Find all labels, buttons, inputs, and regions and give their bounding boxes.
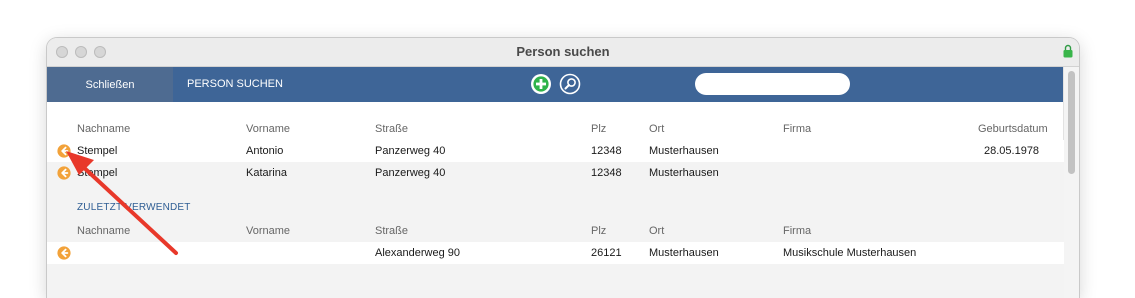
cell-nachname: Stempel xyxy=(77,167,118,179)
column-header-vorname: Vorname xyxy=(246,225,291,237)
cell-vorname: Antonio xyxy=(246,145,284,157)
arrow-left-circle-icon[interactable] xyxy=(57,166,71,180)
cell-ort: Musterhausen xyxy=(649,145,719,157)
column-header-nachname: Nachname xyxy=(77,123,131,135)
search-input[interactable] xyxy=(695,73,850,95)
cell-strasse: Alexanderweg 90 xyxy=(375,247,461,259)
cell-ort: Musterhausen xyxy=(649,167,719,179)
plus-circle-icon[interactable] xyxy=(530,73,552,95)
column-header-firma: Firma xyxy=(783,225,812,237)
column-header-strasse: Straße xyxy=(375,123,409,135)
cell-vorname: Katarina xyxy=(246,167,287,179)
column-header-vorname: Vorname xyxy=(246,123,291,135)
lock-icon xyxy=(1063,44,1073,58)
cell-plz: 26121 xyxy=(591,247,622,259)
column-header-strasse: Straße xyxy=(375,225,409,237)
column-header-plz: Plz xyxy=(591,123,607,135)
recent-section-title: ZULETZT VERWENDET xyxy=(77,202,191,213)
column-header-plz: Plz xyxy=(591,225,607,237)
column-header-firma: Firma xyxy=(783,123,812,135)
person-search-window: Person suchen Schließen PERSON SUCHEN Na… xyxy=(47,38,1079,298)
vertical-scrollbar[interactable] xyxy=(1063,67,1079,298)
arrow-left-circle-icon[interactable] xyxy=(57,246,71,260)
table-row[interactable]: Stempel Katarina Panzerweg 40 12348 Must… xyxy=(47,162,1064,184)
cell-nachname: Stempel xyxy=(77,145,118,157)
table-header: Nachname Vorname Straße Plz Ort Firma Ge… xyxy=(47,118,1064,140)
recent-table-header: Nachname Vorname Straße Plz Ort Firma xyxy=(47,220,1064,242)
toolbar: Schließen PERSON SUCHEN xyxy=(47,67,1064,102)
results-area: Nachname Vorname Straße Plz Ort Firma Ge… xyxy=(47,102,1064,298)
cell-ort: Musterhausen xyxy=(649,247,719,259)
cell-plz: 12348 xyxy=(591,145,622,157)
arrow-left-circle-icon[interactable] xyxy=(57,144,71,158)
column-header-geburtsdatum: Geburtsdatum xyxy=(978,123,1048,135)
toolbar-title: PERSON SUCHEN xyxy=(187,78,283,90)
magnifier-icon[interactable] xyxy=(559,73,581,95)
column-header-ort: Ort xyxy=(649,225,665,237)
window-title: Person suchen xyxy=(516,44,610,59)
table-row[interactable]: Stempel Antonio Panzerweg 40 12348 Muste… xyxy=(47,140,1064,162)
title-bar: Person suchen xyxy=(47,38,1079,67)
cell-geburtsdatum: 28.05.1978 xyxy=(984,145,1040,157)
scroll-thumb[interactable] xyxy=(1068,71,1075,174)
cell-strasse: Panzerweg 40 xyxy=(375,167,446,179)
cell-strasse: Panzerweg 40 xyxy=(375,145,446,157)
recent-row[interactable]: Alexanderweg 90 26121 Musterhausen Musik… xyxy=(47,242,1064,264)
column-header-nachname: Nachname xyxy=(77,225,131,237)
close-button[interactable]: Schließen xyxy=(47,67,173,102)
cell-firma: Musikschule Musterhausen xyxy=(783,247,917,259)
cell-plz: 12348 xyxy=(591,167,622,179)
column-header-ort: Ort xyxy=(649,123,665,135)
